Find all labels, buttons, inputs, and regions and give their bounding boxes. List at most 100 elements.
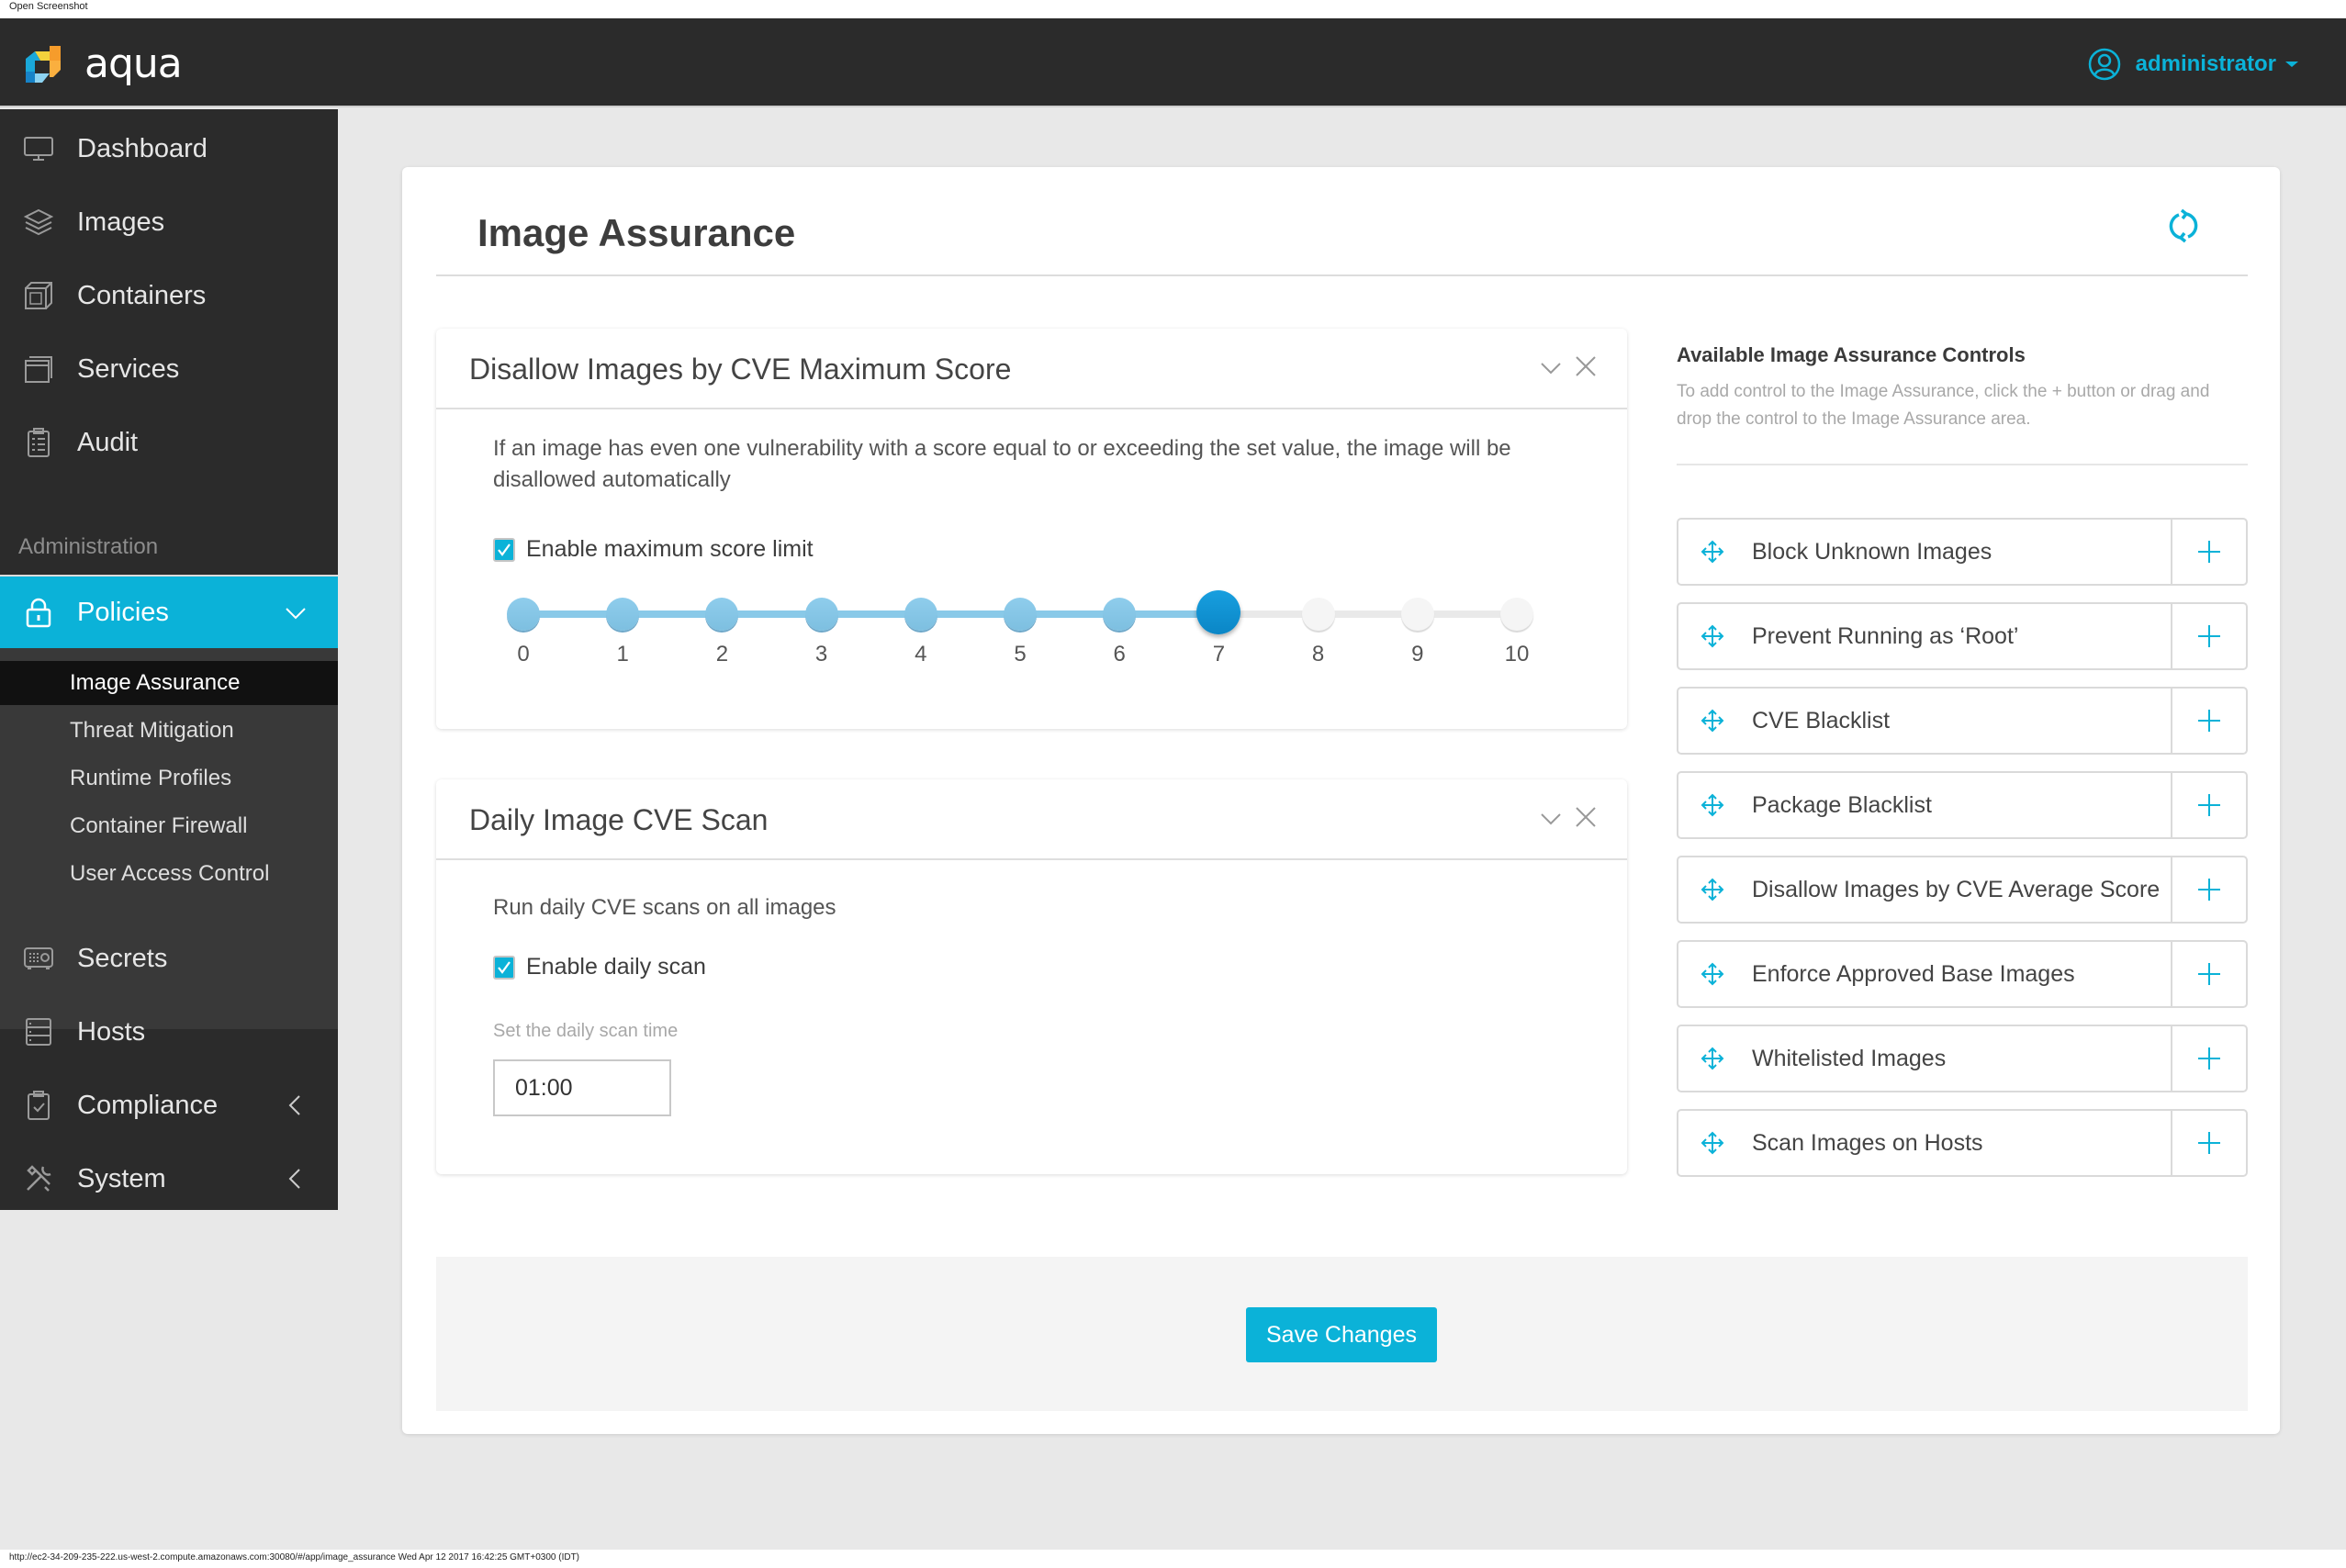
sidebar-item-audit[interactable]: Audit: [0, 406, 338, 479]
control-item[interactable]: Enforce Approved Base Images: [1677, 940, 2248, 1008]
sidebar: Dashboard Images Containers Services Aud…: [0, 109, 338, 1210]
move-icon[interactable]: [1701, 1131, 1724, 1155]
control-item[interactable]: Prevent Running as ‘Root’: [1677, 602, 2248, 670]
sidebar-subitem-image-assurance[interactable]: Image Assurance: [0, 661, 338, 705]
add-control-button[interactable]: [2171, 689, 2246, 753]
add-control-button[interactable]: [2171, 942, 2246, 1006]
sidebar-item-label: Containers: [77, 280, 207, 310]
sidebar-subitem-container-firewall[interactable]: Container Firewall: [0, 804, 338, 848]
control-item[interactable]: Package Blacklist: [1677, 771, 2248, 839]
enable-daily-scan-checkbox[interactable]: Enable daily scan: [493, 954, 706, 980]
control-item[interactable]: CVE Blacklist: [1677, 687, 2248, 755]
chevron-left-icon: [288, 1169, 300, 1189]
max-score-slider[interactable]: 0 1 2 3 4 5 6 7 8 9 10: [436, 562, 1627, 672]
slider-step-dot[interactable]: [507, 598, 540, 631]
move-icon[interactable]: [1701, 878, 1724, 902]
close-icon[interactable]: [1574, 805, 1598, 829]
control-label: Scan Images on Hosts: [1752, 1129, 1983, 1156]
slider-step-dot[interactable]: [1004, 598, 1037, 631]
control-label: Package Blacklist: [1752, 791, 1932, 818]
slider-step-dot[interactable]: [904, 598, 937, 631]
add-control-button[interactable]: [2171, 520, 2246, 584]
move-icon[interactable]: [1701, 624, 1724, 648]
plus-icon: [2198, 710, 2220, 732]
control-label: CVE Blacklist: [1752, 707, 1891, 734]
status-bar: http://ec2-34-209-235-222.us-west-2.comp…: [0, 1550, 2346, 1568]
slider-step-dot[interactable]: [606, 598, 640, 631]
move-icon[interactable]: [1701, 793, 1724, 817]
controls-help-text: To add control to the Image Assurance, c…: [1677, 382, 2210, 429]
slider-step-dot[interactable]: [705, 598, 739, 631]
control-item[interactable]: Scan Images on Hosts: [1677, 1109, 2248, 1177]
sidebar-item-label: Secrets: [77, 943, 168, 973]
slider-tick-label: 9: [1411, 642, 1424, 666]
slider-step-dot[interactable]: [1400, 598, 1434, 631]
scan-time-input[interactable]: [493, 1059, 671, 1116]
control-item[interactable]: Disallow Images by CVE Average Score: [1677, 856, 2248, 924]
sidebar-item-dashboard[interactable]: Dashboard: [0, 112, 338, 185]
control-item[interactable]: Block Unknown Images: [1677, 518, 2248, 586]
add-control-button[interactable]: [2171, 1026, 2246, 1091]
screenshot-label: Open Screenshot: [0, 0, 2346, 18]
user-menu[interactable]: administrator: [2088, 48, 2298, 81]
move-icon[interactable]: [1701, 540, 1724, 564]
enable-max-score-checkbox[interactable]: Enable maximum score limit: [493, 536, 814, 563]
slider-step-dot[interactable]: [1500, 598, 1533, 631]
slider-track-empty: [1218, 610, 1517, 618]
clipboard-list-icon: [22, 426, 55, 459]
top-bar: aqua administrator: [0, 18, 2346, 107]
slider-tick-label: 3: [814, 642, 828, 666]
add-control-button[interactable]: [2171, 604, 2246, 668]
windows-icon: [22, 353, 55, 386]
sidebar-item-hosts[interactable]: Hosts: [0, 995, 338, 1069]
layers-icon: [22, 206, 55, 239]
sidebar-subitem-user-access-control[interactable]: User Access Control: [0, 852, 338, 896]
sidebar-item-label: Images: [77, 207, 165, 237]
control-label: Whitelisted Images: [1752, 1045, 1947, 1071]
sidebar-item-system[interactable]: System: [0, 1142, 338, 1215]
sidebar-item-containers[interactable]: Containers: [0, 259, 338, 332]
panel-daily-cve-scan: Daily Image CVE Scan Run daily CVE scans…: [436, 779, 1627, 1174]
plus-icon: [2198, 794, 2220, 816]
sidebar-item-secrets[interactable]: Secrets: [0, 922, 338, 995]
sidebar-item-services[interactable]: Services: [0, 332, 338, 406]
add-control-button[interactable]: [2171, 773, 2246, 837]
control-item[interactable]: Whitelisted Images: [1677, 1025, 2248, 1092]
plus-icon: [2198, 1132, 2220, 1154]
chevron-down-icon[interactable]: [1539, 807, 1563, 831]
monitor-icon: [22, 132, 55, 165]
sidebar-subitem-runtime-profiles[interactable]: Runtime Profiles: [0, 756, 338, 801]
move-icon[interactable]: [1701, 962, 1724, 986]
slider-step-dot[interactable]: [1103, 598, 1137, 631]
plus-icon: [2198, 963, 2220, 985]
chevron-down-icon[interactable]: [1539, 356, 1563, 380]
controls-title: Available Image Assurance Controls: [1677, 343, 2026, 366]
title-divider: [436, 274, 2248, 276]
move-icon[interactable]: [1701, 1047, 1724, 1070]
sidebar-item-compliance[interactable]: Compliance: [0, 1069, 338, 1142]
slider-step-dot[interactable]: [804, 598, 838, 631]
sidebar-item-label: Compliance: [77, 1090, 219, 1120]
checkbox-checked-icon: [493, 955, 515, 980]
save-changes-button[interactable]: Save Changes: [1246, 1307, 1437, 1362]
sidebar-item-policies[interactable]: Policies: [0, 575, 338, 648]
caret-down-icon: [2285, 62, 2298, 67]
brand-logo[interactable]: aqua: [22, 40, 183, 87]
move-icon[interactable]: [1701, 709, 1724, 733]
add-control-button[interactable]: [2171, 857, 2246, 922]
footer-actions: Save Changes: [436, 1257, 2248, 1411]
close-icon[interactable]: [1574, 354, 1598, 378]
sidebar-item-label: Services: [77, 353, 180, 384]
control-label: Disallow Images by CVE Average Score: [1752, 876, 2161, 902]
aqua-logo-icon: [26, 45, 61, 83]
slider-step-dot[interactable]: [1301, 598, 1335, 631]
plus-icon: [2198, 879, 2220, 901]
sidebar-item-images[interactable]: Images: [0, 185, 338, 259]
slider-handle[interactable]: [1196, 590, 1241, 634]
slider-tick-label: 8: [1311, 642, 1325, 666]
box-icon: [22, 279, 55, 312]
refresh-icon[interactable]: [2166, 207, 2201, 244]
sidebar-subitem-threat-mitigation[interactable]: Threat Mitigation: [0, 709, 338, 753]
add-control-button[interactable]: [2171, 1111, 2246, 1175]
sidebar-item-label: Hosts: [77, 1016, 146, 1047]
